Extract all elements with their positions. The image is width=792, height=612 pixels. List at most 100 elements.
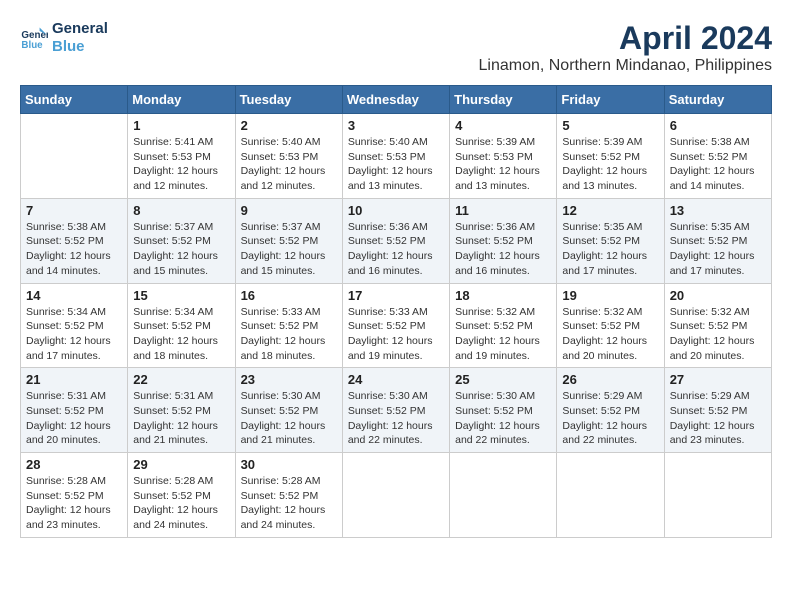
calendar-cell: 5 Sunrise: 5:39 AM Sunset: 5:52 PM Daylig… <box>557 114 664 199</box>
day-info: Sunrise: 5:28 AM Sunset: 5:52 PM Dayligh… <box>241 474 337 533</box>
day-number: 9 <box>241 203 337 218</box>
day-info: Sunrise: 5:40 AM Sunset: 5:53 PM Dayligh… <box>348 135 444 194</box>
day-info: Sunrise: 5:28 AM Sunset: 5:52 PM Dayligh… <box>133 474 229 533</box>
calendar-cell: 1 Sunrise: 5:41 AM Sunset: 5:53 PM Daylig… <box>128 114 235 199</box>
calendar-week-4: 21Sunrise: 5:31 AM Sunset: 5:52 PM Dayli… <box>21 368 772 453</box>
day-info: Sunrise: 5:30 AM Sunset: 5:52 PM Dayligh… <box>455 389 551 448</box>
calendar-cell: 3Sunrise: 5:40 AM Sunset: 5:53 PM Daylig… <box>342 114 449 199</box>
day-info: Sunrise: 5:34 AM Sunset: 5:52 PM Dayligh… <box>133 305 229 364</box>
calendar-week-3: 14 Sunrise: 5:34 AM Sunset: 5:52 PM Dayli… <box>21 283 772 368</box>
day-info: Sunrise: 5:33 AM Sunset: 5:52 PM Dayligh… <box>241 305 337 364</box>
calendar-cell <box>342 453 449 538</box>
day-number: 6 <box>670 118 766 133</box>
day-number: 15 <box>133 288 229 303</box>
day-number: 5 <box>562 118 658 133</box>
day-info: Sunrise: 5:41 AM Sunset: 5:53 PM Dayligh… <box>133 135 229 194</box>
day-number: 14 <box>26 288 122 303</box>
day-number: 21 <box>26 372 122 387</box>
day-info: Sunrise: 5:38 AM Sunset: 5:52 PM Dayligh… <box>26 220 122 279</box>
calendar-cell: 22Sunrise: 5:31 AM Sunset: 5:52 PM Dayli… <box>128 368 235 453</box>
calendar-cell <box>664 453 771 538</box>
calendar-week-5: 28 Sunrise: 5:28 AM Sunset: 5:52 PM Dayli… <box>21 453 772 538</box>
weekday-header-monday: Monday <box>128 86 235 114</box>
calendar-cell: 29 Sunrise: 5:28 AM Sunset: 5:52 PM Dayli… <box>128 453 235 538</box>
day-number: 19 <box>562 288 658 303</box>
calendar-cell: 27 Sunrise: 5:29 AM Sunset: 5:52 PM Dayli… <box>664 368 771 453</box>
calendar-cell: 25Sunrise: 5:30 AM Sunset: 5:52 PM Dayli… <box>450 368 557 453</box>
logo: General Blue General Blue <box>20 20 108 56</box>
page-header: General Blue General Blue April 2024 Lin… <box>20 20 772 75</box>
day-info: Sunrise: 5:39 AM Sunset: 5:52 PM Dayligh… <box>562 135 658 194</box>
calendar-cell: 19 Sunrise: 5:32 AM Sunset: 5:52 PM Dayli… <box>557 283 664 368</box>
day-number: 27 <box>670 372 766 387</box>
calendar-cell: 16 Sunrise: 5:33 AM Sunset: 5:52 PM Dayli… <box>235 283 342 368</box>
day-number: 7 <box>26 203 122 218</box>
day-number: 2 <box>241 118 337 133</box>
day-number: 4 <box>455 118 551 133</box>
calendar-cell <box>450 453 557 538</box>
calendar-cell <box>557 453 664 538</box>
calendar-body: 1 Sunrise: 5:41 AM Sunset: 5:53 PM Daylig… <box>21 114 772 538</box>
weekday-header-sunday: Sunday <box>21 86 128 114</box>
day-info: Sunrise: 5:28 AM Sunset: 5:52 PM Dayligh… <box>26 474 122 533</box>
day-info: Sunrise: 5:37 AM Sunset: 5:52 PM Dayligh… <box>241 220 337 279</box>
calendar-cell: 9 Sunrise: 5:37 AM Sunset: 5:52 PM Daylig… <box>235 198 342 283</box>
day-number: 18 <box>455 288 551 303</box>
calendar-cell: 23 Sunrise: 5:30 AM Sunset: 5:52 PM Dayli… <box>235 368 342 453</box>
day-number: 1 <box>133 118 229 133</box>
day-info: Sunrise: 5:36 AM Sunset: 5:52 PM Dayligh… <box>348 220 444 279</box>
day-info: Sunrise: 5:30 AM Sunset: 5:52 PM Dayligh… <box>241 389 337 448</box>
day-number: 23 <box>241 372 337 387</box>
day-info: Sunrise: 5:34 AM Sunset: 5:52 PM Dayligh… <box>26 305 122 364</box>
day-number: 16 <box>241 288 337 303</box>
calendar-cell: 14 Sunrise: 5:34 AM Sunset: 5:52 PM Dayli… <box>21 283 128 368</box>
calendar-cell: 2 Sunrise: 5:40 AM Sunset: 5:53 PM Daylig… <box>235 114 342 199</box>
day-number: 8 <box>133 203 229 218</box>
weekday-header-wednesday: Wednesday <box>342 86 449 114</box>
day-number: 29 <box>133 457 229 472</box>
calendar-cell: 21Sunrise: 5:31 AM Sunset: 5:52 PM Dayli… <box>21 368 128 453</box>
weekday-header-friday: Friday <box>557 86 664 114</box>
calendar-cell: 6 Sunrise: 5:38 AM Sunset: 5:52 PM Daylig… <box>664 114 771 199</box>
calendar-cell: 20Sunrise: 5:32 AM Sunset: 5:52 PM Dayli… <box>664 283 771 368</box>
logo-general: General <box>52 20 108 38</box>
calendar-week-2: 7 Sunrise: 5:38 AM Sunset: 5:52 PM Daylig… <box>21 198 772 283</box>
calendar-cell: 17 Sunrise: 5:33 AM Sunset: 5:52 PM Dayli… <box>342 283 449 368</box>
day-number: 28 <box>26 457 122 472</box>
logo-icon: General Blue <box>20 24 48 52</box>
day-info: Sunrise: 5:36 AM Sunset: 5:52 PM Dayligh… <box>455 220 551 279</box>
day-info: Sunrise: 5:30 AM Sunset: 5:52 PM Dayligh… <box>348 389 444 448</box>
month-title: April 2024 <box>478 20 772 57</box>
calendar-cell: 24 Sunrise: 5:30 AM Sunset: 5:52 PM Dayli… <box>342 368 449 453</box>
weekday-header-tuesday: Tuesday <box>235 86 342 114</box>
day-info: Sunrise: 5:32 AM Sunset: 5:52 PM Dayligh… <box>562 305 658 364</box>
day-info: Sunrise: 5:29 AM Sunset: 5:52 PM Dayligh… <box>670 389 766 448</box>
calendar-cell: 18Sunrise: 5:32 AM Sunset: 5:52 PM Dayli… <box>450 283 557 368</box>
day-info: Sunrise: 5:35 AM Sunset: 5:52 PM Dayligh… <box>670 220 766 279</box>
day-number: 11 <box>455 203 551 218</box>
day-info: Sunrise: 5:32 AM Sunset: 5:52 PM Dayligh… <box>670 305 766 364</box>
day-info: Sunrise: 5:37 AM Sunset: 5:52 PM Dayligh… <box>133 220 229 279</box>
calendar-cell: 30 Sunrise: 5:28 AM Sunset: 5:52 PM Dayli… <box>235 453 342 538</box>
day-number: 24 <box>348 372 444 387</box>
day-number: 22 <box>133 372 229 387</box>
svg-text:Blue: Blue <box>21 40 43 51</box>
day-number: 30 <box>241 457 337 472</box>
calendar-table: SundayMondayTuesdayWednesdayThursdayFrid… <box>20 85 772 538</box>
calendar-cell: 12Sunrise: 5:35 AM Sunset: 5:52 PM Dayli… <box>557 198 664 283</box>
calendar-cell: 26Sunrise: 5:29 AM Sunset: 5:52 PM Dayli… <box>557 368 664 453</box>
weekday-header-thursday: Thursday <box>450 86 557 114</box>
calendar-cell: 8 Sunrise: 5:37 AM Sunset: 5:52 PM Daylig… <box>128 198 235 283</box>
title-block: April 2024 Linamon, Northern Mindanao, P… <box>478 20 772 75</box>
weekday-header-saturday: Saturday <box>664 86 771 114</box>
day-info: Sunrise: 5:38 AM Sunset: 5:52 PM Dayligh… <box>670 135 766 194</box>
calendar-cell: 28 Sunrise: 5:28 AM Sunset: 5:52 PM Dayli… <box>21 453 128 538</box>
day-number: 12 <box>562 203 658 218</box>
day-info: Sunrise: 5:33 AM Sunset: 5:52 PM Dayligh… <box>348 305 444 364</box>
day-number: 17 <box>348 288 444 303</box>
calendar-cell: 4Sunrise: 5:39 AM Sunset: 5:53 PM Daylig… <box>450 114 557 199</box>
day-number: 13 <box>670 203 766 218</box>
day-info: Sunrise: 5:40 AM Sunset: 5:53 PM Dayligh… <box>241 135 337 194</box>
calendar-cell: 11 Sunrise: 5:36 AM Sunset: 5:52 PM Dayli… <box>450 198 557 283</box>
calendar-cell: 13 Sunrise: 5:35 AM Sunset: 5:52 PM Dayli… <box>664 198 771 283</box>
